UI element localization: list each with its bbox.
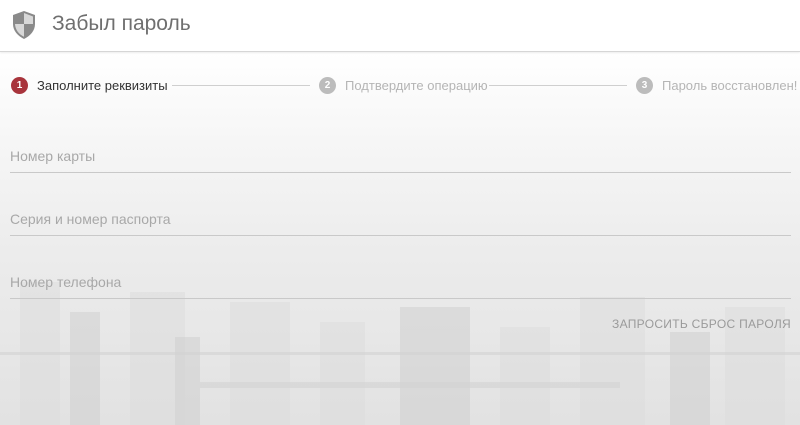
progress-stepper: 1 Заполните реквизиты 2 Подтвердите опер… — [0, 74, 800, 96]
step-1: 1 Заполните реквизиты — [11, 74, 168, 96]
step-connector — [172, 85, 310, 86]
city-background — [0, 52, 800, 425]
passport-field — [10, 205, 791, 236]
step-3-label: Пароль восстановлен! — [662, 77, 798, 93]
request-reset-button[interactable]: ЗАПРОСИТЬ СБРОС ПАРОЛЯ — [612, 313, 791, 335]
page-title: Забыл пароль — [52, 12, 191, 35]
card-number-field — [10, 142, 791, 173]
step-1-number: 1 — [11, 76, 28, 94]
step-connector — [489, 85, 627, 86]
shield-icon — [13, 11, 35, 39]
phone-input[interactable] — [10, 268, 791, 296]
step-2: 2 Подтвердите операцию — [319, 74, 488, 96]
step-2-number: 2 — [319, 76, 336, 94]
step-2-label: Подтвердите операцию — [345, 77, 488, 93]
step-3-number: 3 — [636, 76, 653, 94]
step-1-label: Заполните реквизиты — [37, 77, 168, 93]
phone-field — [10, 268, 791, 299]
card-number-input[interactable] — [10, 142, 791, 170]
step-3: 3 Пароль восстановлен! — [636, 74, 797, 96]
passport-input[interactable] — [10, 205, 791, 233]
app-header: Забыл пароль — [0, 0, 800, 52]
